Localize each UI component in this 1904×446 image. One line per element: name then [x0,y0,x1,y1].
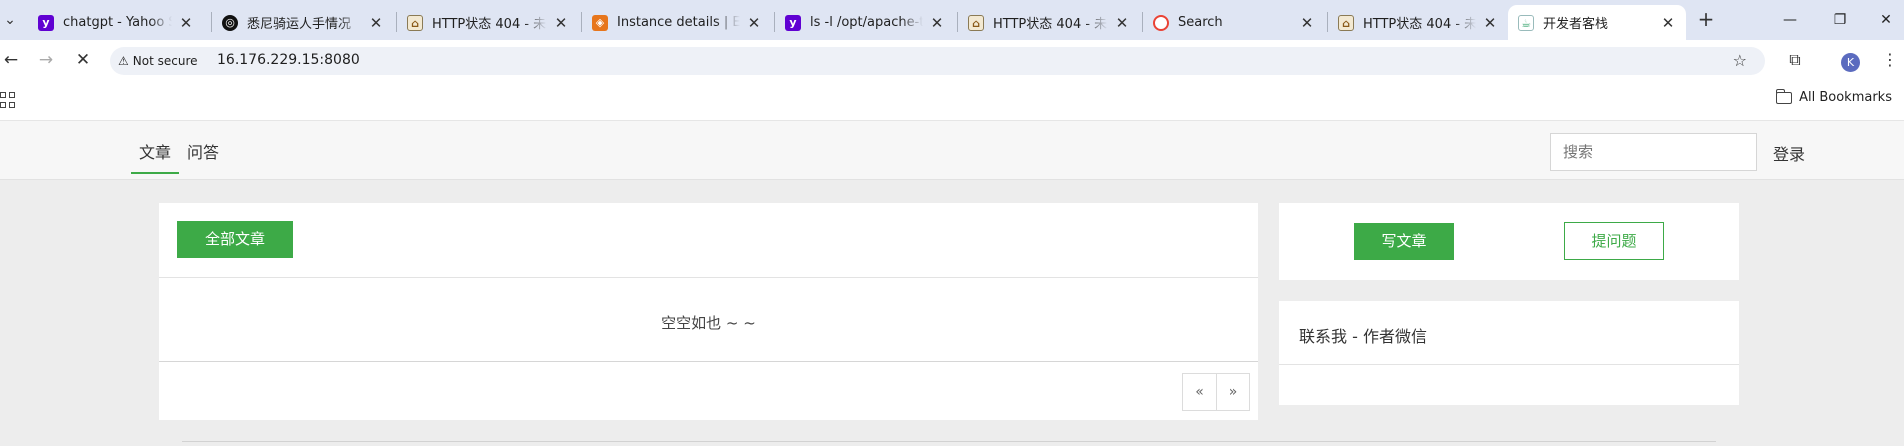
google-icon [1153,14,1169,31]
bookmarks-bar: All Bookmarks [0,80,1904,120]
divider [159,361,1258,362]
close-icon[interactable]: ✕ [368,14,384,32]
security-label: Not secure [132,54,198,68]
tab-title: 悉尼骑运人手情况 [247,17,352,32]
restore-icon[interactable]: ❐ [1827,8,1853,32]
address-bar[interactable]: ⚠ Not secure 16.176.229.15:8080 ☆ [110,47,1765,75]
login-link[interactable]: 登录 [1773,141,1805,165]
ask-question-button[interactable]: 提问题 [1564,222,1664,260]
profile-avatar[interactable]: K [1841,53,1860,72]
stop-loading-icon[interactable]: ✕ [72,49,94,71]
tab-title: Search [1178,15,1223,30]
empty-message: 空空如也 ~ ~ [661,314,756,332]
article-list-panel: 全部文章 空空如也 ~ ~ [159,203,1258,420]
close-icon[interactable]: ✕ [1299,14,1315,32]
site-header: 文章 问答 登录 [0,120,1904,180]
window-close-icon[interactable]: ✕ [1873,8,1899,32]
url-text[interactable]: 16.176.229.15:8080 [217,52,360,68]
divider [159,277,1258,278]
tab-google-search[interactable]: Search ✕ [1143,5,1325,40]
contact-title: 联系我 - 作者微信 [1299,327,1427,346]
action-panel: 写文章 提问题 [1279,203,1739,280]
aws-icon: ◈ [592,14,608,31]
footer-divider [182,441,1716,442]
openai-icon: ◎ [222,14,238,31]
yahoo-icon: y [38,14,54,31]
tab-tomcat-404[interactable]: ⌂ HTTP状态 404 - 未找到 ✕ [1328,5,1508,40]
tab-tomcat-404[interactable]: ⌂ HTTP状态 404 - 未找到 ✕ [958,5,1140,40]
tab-title: 开发者客栈 [1543,17,1609,32]
tab-title: HTTP状态 404 - 未找到 [432,17,547,32]
close-icon[interactable]: ✕ [1482,14,1498,32]
tab-aws-instance[interactable]: ◈ Instance details | EC2 ✕ [582,5,772,40]
tab-tomcat-404[interactable]: ⌂ HTTP状态 404 - 未找到 ✕ [397,5,579,40]
tab-search-chevron-icon[interactable]: ⌄ [0,8,20,32]
browser-menu-icon[interactable]: ⋮ [1882,50,1898,70]
apps-grid-icon[interactable] [0,92,16,108]
tab-title: HTTP状态 404 - 未找到 [1363,17,1476,32]
folder-icon [1775,88,1793,104]
new-tab-button[interactable]: + [1694,8,1718,32]
forward-icon[interactable]: → [35,49,57,71]
close-icon[interactable]: ✕ [929,14,945,32]
pager-prev-button[interactable]: « [1183,374,1216,410]
tab-active-site[interactable]: ☕ 开发者客栈 ✕ [1508,5,1686,40]
tab-title: Instance details | EC2 [617,15,740,30]
back-icon[interactable]: ← [0,49,22,71]
nav-articles[interactable]: 文章 [131,139,180,174]
tab-title: chatgpt - Yahoo Search [63,15,172,30]
browser-toolbar: ← → ✕ ⚠ Not secure 16.176.229.15:8080 ☆ … [0,40,1904,80]
tab-yahoo-chatgpt[interactable]: y chatgpt - Yahoo Search ✕ [28,5,204,40]
pager-next-button[interactable]: » [1216,374,1249,410]
all-articles-button[interactable]: 全部文章 [177,221,293,258]
write-article-button[interactable]: 写文章 [1354,223,1454,260]
contact-panel: 联系我 - 作者微信 [1279,301,1739,405]
all-bookmarks-label: All Bookmarks [1799,90,1892,105]
security-chip[interactable]: ⚠ Not secure [118,51,198,71]
close-icon[interactable]: ✕ [1114,14,1130,32]
tomcat-icon: ⌂ [968,14,984,31]
yahoo-icon: y [785,14,801,31]
tomcat-icon: ⌂ [407,14,423,31]
close-icon[interactable]: ✕ [178,14,194,32]
tab-title: HTTP状态 404 - 未找到 [993,17,1108,32]
close-icon[interactable]: ✕ [746,14,762,32]
pagination: « » [1182,373,1250,411]
tab-yahoo-ls[interactable]: y ls -l /opt/apache-tomcat ✕ [775,5,955,40]
all-bookmarks-button[interactable]: All Bookmarks [1775,88,1892,105]
tab-title: ls -l /opt/apache-tomcat [810,15,923,30]
bookmark-star-icon[interactable]: ☆ [1733,51,1747,70]
close-icon[interactable]: ✕ [553,14,569,32]
nav-qa[interactable]: 问答 [187,139,219,163]
minimize-icon[interactable]: — [1777,8,1803,32]
tab-openai[interactable]: ◎ 悉尼骑运人手情况 ✕ [212,5,394,40]
site-icon: ☕ [1518,14,1534,31]
close-icon[interactable]: ✕ [1660,14,1676,32]
extensions-icon[interactable]: ⧉ [1785,50,1805,70]
warning-icon: ⚠ [118,54,129,68]
tomcat-icon: ⌂ [1338,14,1354,31]
divider [1279,364,1739,365]
tab-strip: ⌄ y chatgpt - Yahoo Search ✕ ◎ 悉尼骑运人手情况 … [0,0,1904,40]
search-input[interactable] [1550,133,1757,171]
